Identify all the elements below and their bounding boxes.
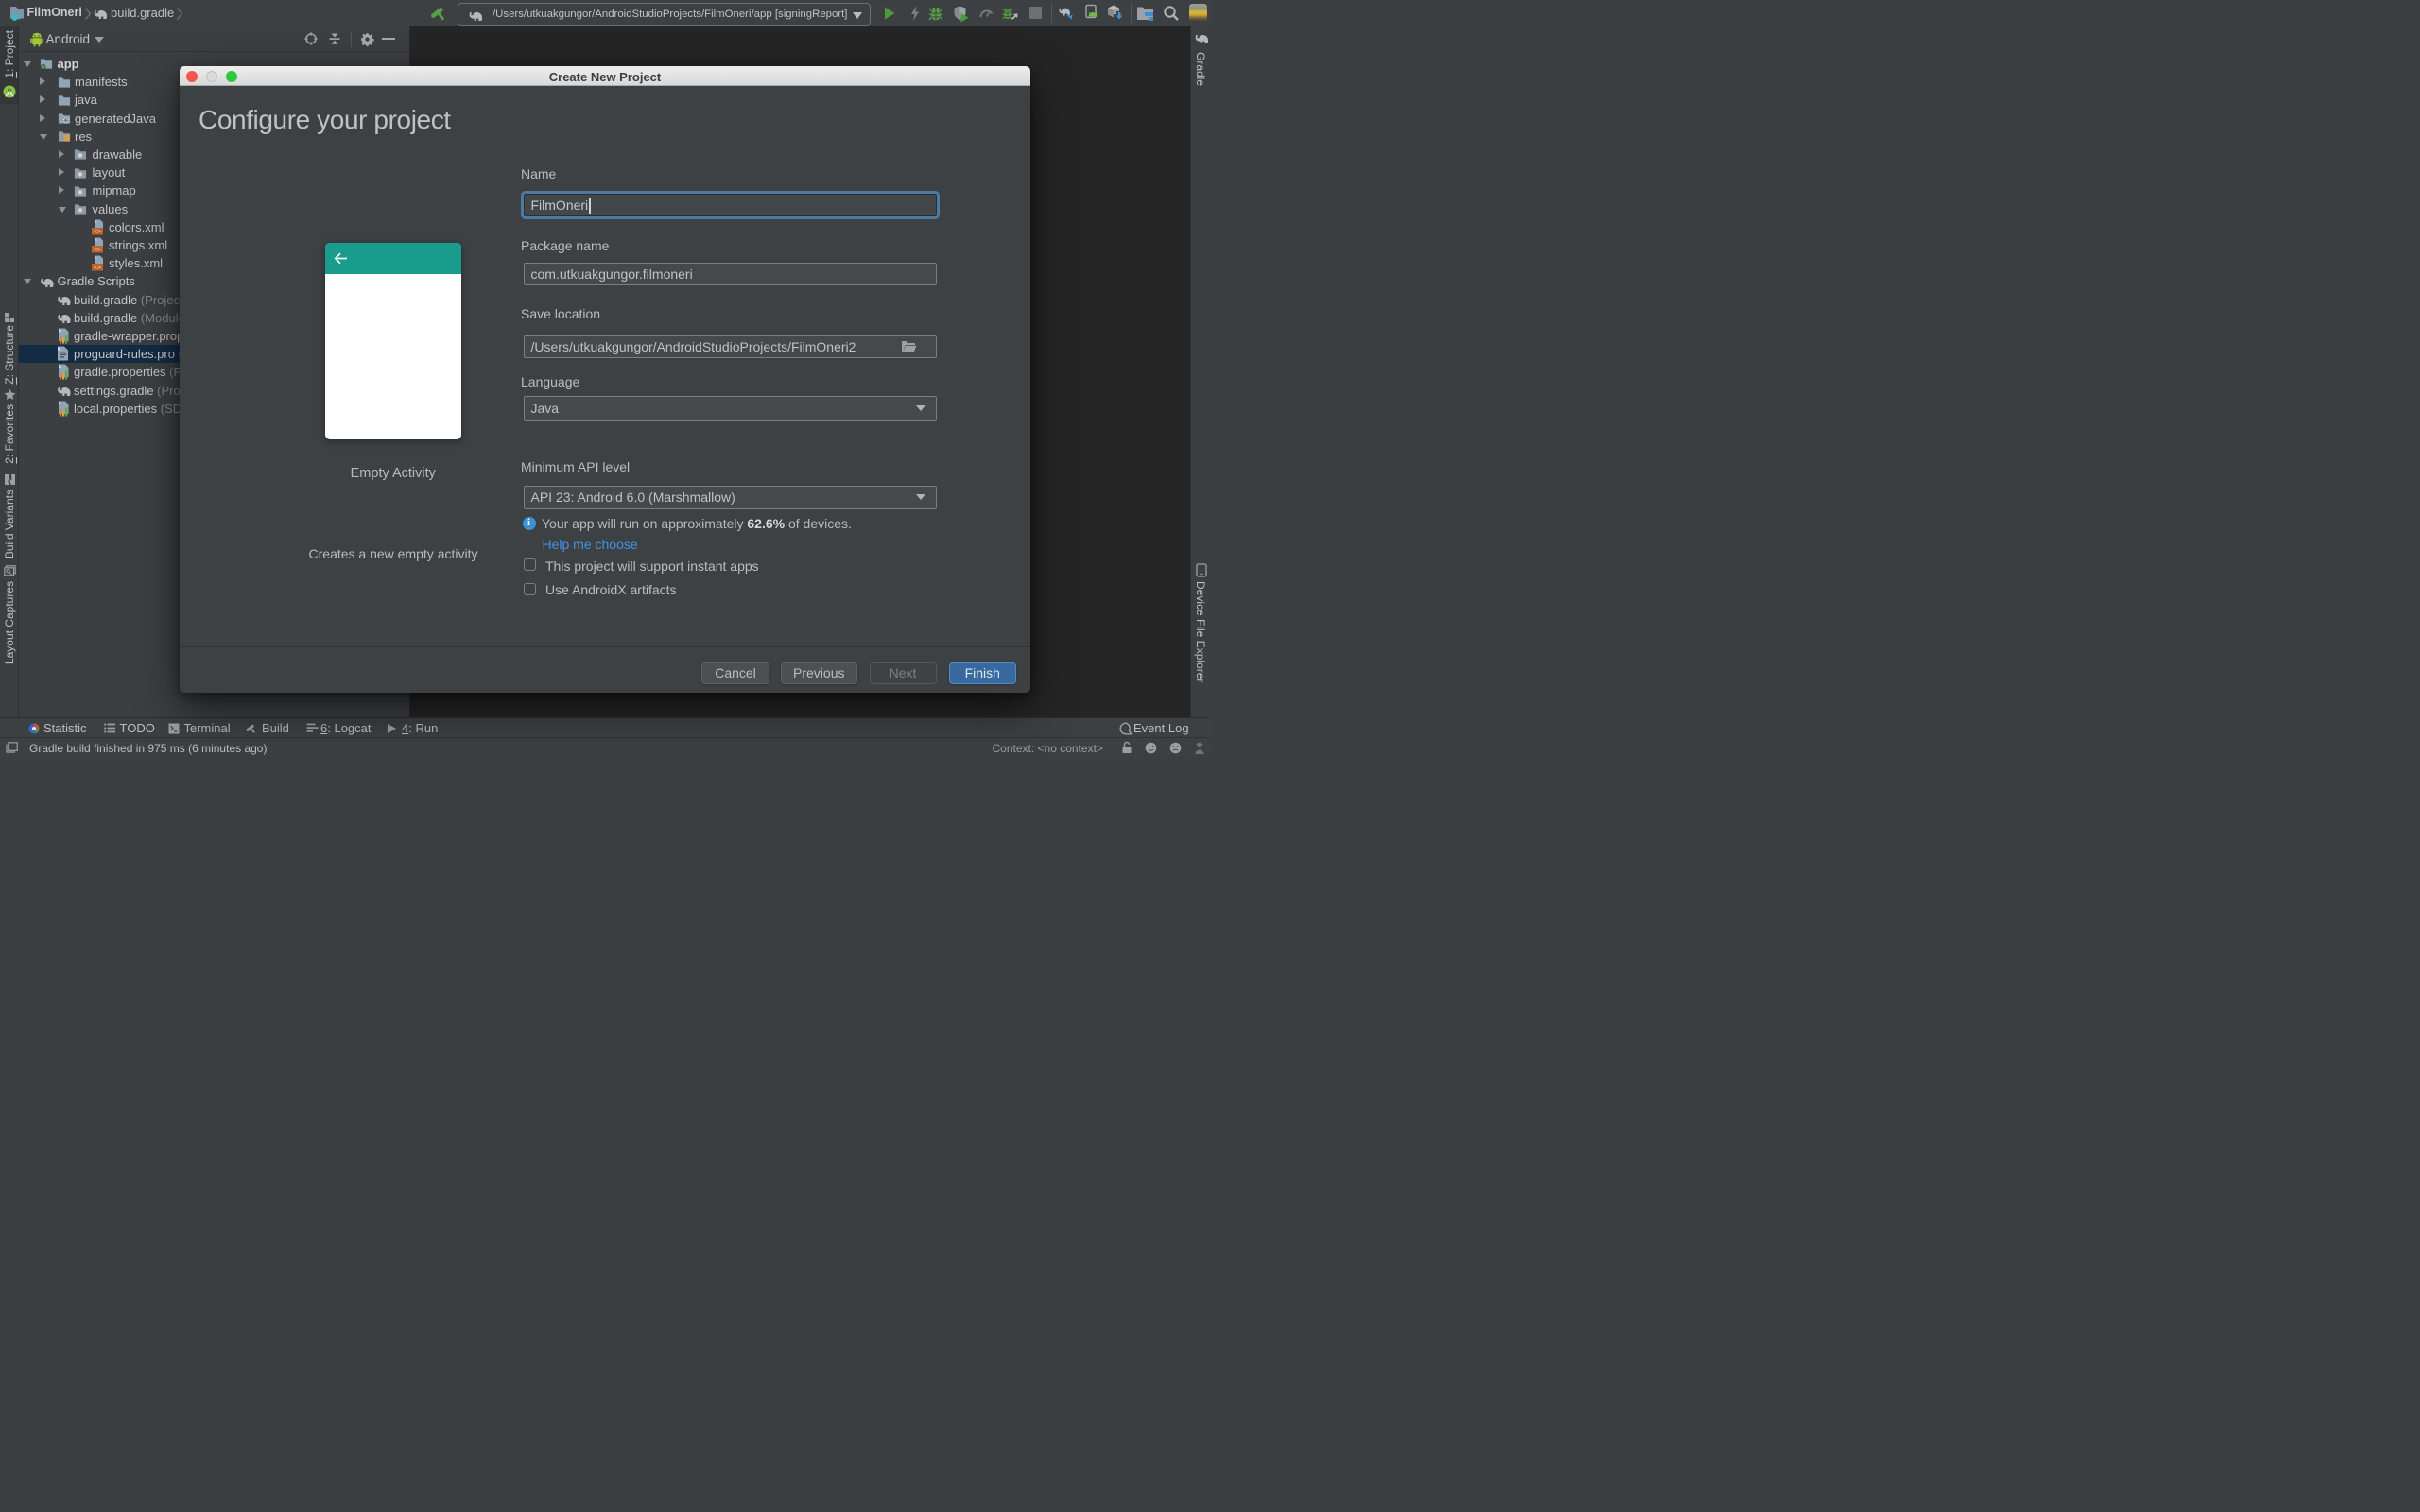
svg-text:<>: <> <box>94 229 101 235</box>
svg-text:<>: <> <box>94 247 101 253</box>
svg-text:<>: <> <box>94 265 101 271</box>
